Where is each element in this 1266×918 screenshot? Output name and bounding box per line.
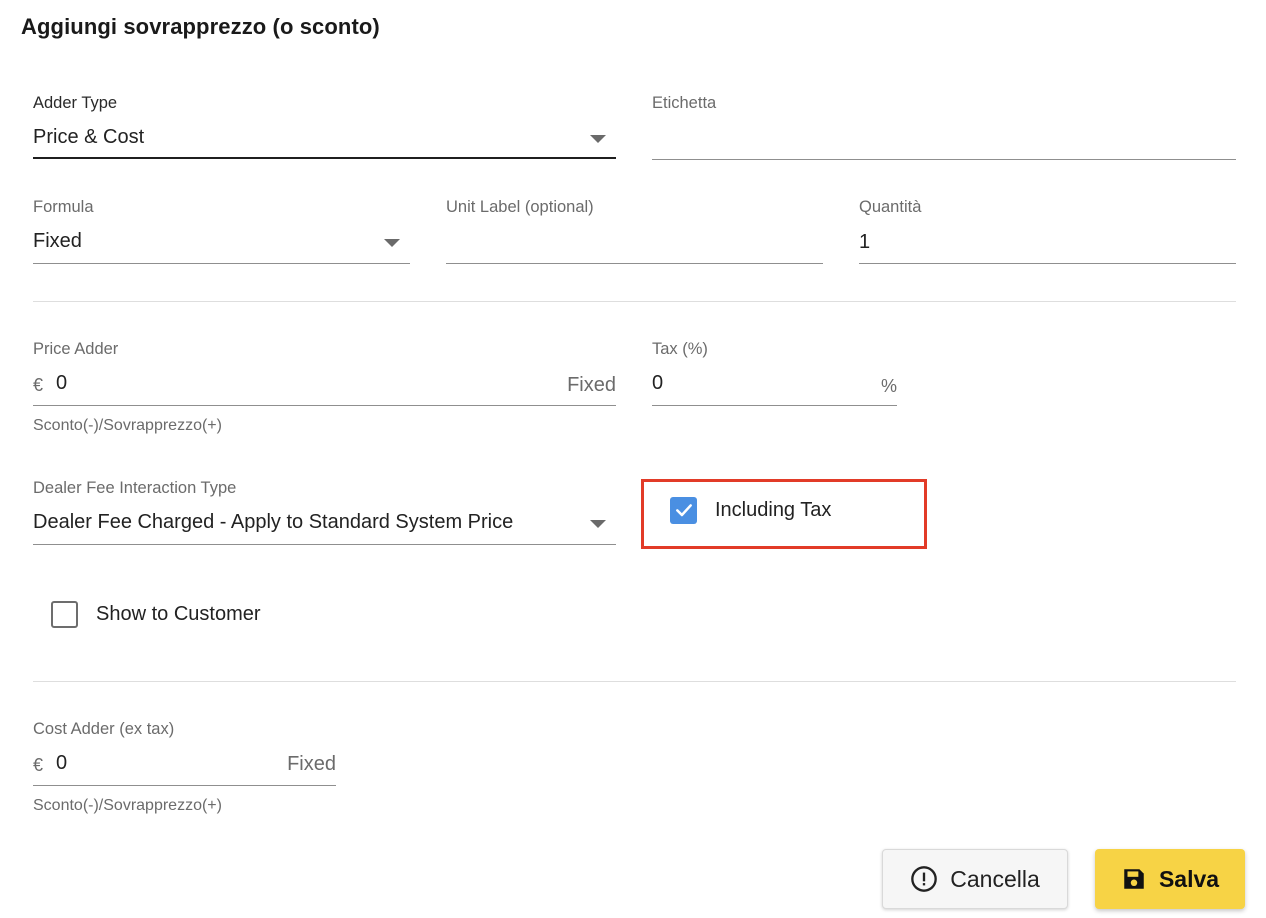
cancel-button[interactable]: Cancella — [882, 849, 1068, 909]
tax-label: Tax (%) — [652, 340, 708, 358]
cost-adder-helper: Sconto(-)/Sovrapprezzo(+) — [33, 797, 222, 814]
floppy-disk-icon — [1124, 869, 1144, 889]
adder-type-label: Adder Type — [33, 94, 118, 112]
unit-label-underline — [446, 263, 823, 264]
unit-label-label: Unit Label (optional) — [446, 198, 594, 216]
show-to-customer-label: Show to Customer — [96, 602, 261, 625]
quantita-field[interactable]: Quantità 1 — [859, 196, 1236, 266]
including-tax-label: Including Tax — [715, 498, 832, 521]
cost-adder-value: 0 — [56, 752, 68, 774]
price-adder-prefix: € — [33, 375, 44, 395]
dealer-fee-label: Dealer Fee Interaction Type — [33, 479, 237, 497]
cost-adder-underline — [33, 785, 336, 786]
etichetta-underline — [652, 159, 1236, 160]
etichetta-field[interactable]: Etichetta — [652, 92, 1236, 162]
save-button-label: Salva — [1158, 865, 1220, 892]
tax-suffix: % — [880, 376, 897, 396]
check-icon — [675, 504, 692, 517]
price-adder-value: 0 — [56, 372, 68, 394]
etichetta-label: Etichetta — [652, 94, 717, 112]
adder-type-value: Price & Cost — [33, 126, 145, 148]
dealer-fee-value: Dealer Fee Charged - Apply to Standard S… — [33, 511, 514, 533]
quantita-label: Quantità — [859, 198, 922, 216]
price-adder-label: Price Adder — [33, 340, 119, 358]
price-adder-field[interactable]: Price Adder € 0 Fixed — [33, 338, 616, 408]
dealer-fee-underline — [33, 544, 616, 545]
quantita-underline — [859, 263, 1236, 264]
price-adder-helper: Sconto(-)/Sovrapprezzo(+) — [33, 417, 222, 434]
show-to-customer-checkbox[interactable]: Show to Customer — [51, 599, 261, 629]
dialog-title: Aggiungi sovrapprezzo (o sconto) — [21, 14, 380, 39]
caret-down-icon — [590, 520, 606, 528]
unit-label-field[interactable]: Unit Label (optional) — [446, 196, 823, 266]
adder-type-underline — [33, 157, 616, 159]
caret-down-icon — [590, 135, 606, 143]
cost-adder-suffix: Fixed — [287, 753, 336, 775]
tax-value: 0 — [652, 372, 664, 394]
cost-adder-prefix: € — [33, 755, 44, 775]
tax-underline — [652, 405, 897, 406]
price-adder-suffix: Fixed — [567, 374, 616, 396]
including-tax-checkbox[interactable]: Including Tax — [670, 495, 831, 525]
tax-field[interactable]: Tax (%) 0 % — [652, 338, 897, 408]
save-button[interactable]: Salva — [1095, 849, 1245, 909]
adder-type-select[interactable]: Adder Type Price & Cost — [33, 92, 616, 162]
section-divider — [33, 301, 1236, 302]
caret-down-icon — [384, 239, 400, 247]
formula-underline — [33, 263, 410, 264]
formula-select[interactable]: Formula Fixed — [33, 196, 410, 266]
cancel-button-label: Cancella — [950, 865, 1040, 892]
cost-adder-label: Cost Adder (ex tax) — [33, 720, 175, 738]
alert-circle-icon — [911, 866, 938, 892]
dealer-fee-select[interactable]: Dealer Fee Interaction Type Dealer Fee C… — [33, 477, 616, 547]
formula-value: Fixed — [33, 230, 82, 252]
checkbox-checked — [670, 496, 697, 524]
formula-label: Formula — [33, 198, 94, 216]
quantita-value: 1 — [859, 231, 871, 253]
section-divider — [33, 681, 1236, 682]
price-adder-underline — [33, 405, 616, 406]
checkbox-unchecked — [51, 600, 78, 628]
cost-adder-field[interactable]: Cost Adder (ex tax) € 0 Fixed — [33, 718, 336, 788]
